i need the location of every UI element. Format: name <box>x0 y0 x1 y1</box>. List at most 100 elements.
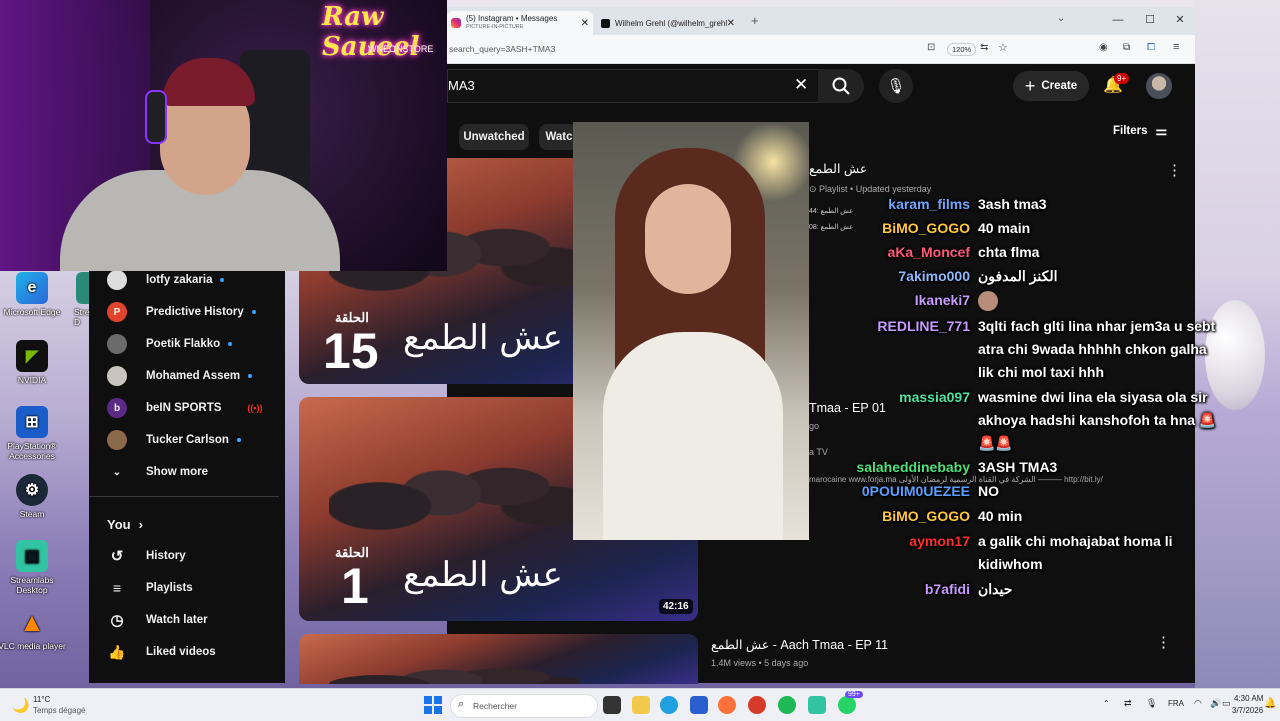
notification-bell-icon[interactable]: 🔔 <box>1264 698 1276 709</box>
playlist-title[interactable]: عش الطمع <box>809 161 867 176</box>
more-options-icon[interactable]: ⋮ <box>1167 161 1182 179</box>
create-button[interactable]: + Create <box>1013 71 1089 101</box>
chip-unwatched[interactable]: Unwatched <box>459 124 529 150</box>
close-window-icon[interactable]: ✕ <box>1165 11 1195 29</box>
close-tab-icon[interactable]: ✕ <box>727 18 735 29</box>
weather-description: Temps dégagé <box>33 706 86 715</box>
battery-icon[interactable]: ▭ <box>1222 698 1231 709</box>
chat-username[interactable]: BiMO_GOGO <box>780 217 970 240</box>
search-input[interactable]: MA3 ✕ <box>447 69 819 103</box>
chat-username[interactable]: karam_films <box>780 193 970 216</box>
clock-date[interactable]: 3/7/2026 <box>1232 706 1263 715</box>
menu-icon[interactable]: ≡ <box>1173 41 1179 53</box>
zoom-level[interactable]: 120% <box>947 43 977 56</box>
store-icon[interactable] <box>690 696 708 714</box>
chat-username[interactable]: aymon17 <box>780 530 970 553</box>
sidebar-item-history[interactable]: ↺ History <box>107 542 186 570</box>
sidebar-item-predictive-history[interactable]: P Predictive History <box>107 298 256 326</box>
weather-icon[interactable]: 🌙 <box>12 697 29 714</box>
avatar[interactable] <box>1146 73 1172 99</box>
sidebar-item-playlists[interactable]: ≡ Playlists <box>107 574 193 602</box>
sidebar-item-mohamed-assem[interactable]: Mohamed Assem <box>107 362 253 390</box>
windows-start-icon[interactable] <box>424 696 442 714</box>
minimize-icon[interactable]: — <box>1103 11 1133 29</box>
chat-message: REDLINE_771 3qlti fach glti lina nhar jem… <box>780 315 1220 384</box>
language-indicator[interactable]: FRA <box>1168 699 1184 708</box>
sidebar-item-bein-sports[interactable]: b beIN SPORTS ((•)) <box>107 394 263 422</box>
vlc-icon: ▲ <box>19 606 45 637</box>
desktop-icon-partial[interactable]: Stre D <box>52 272 92 327</box>
show-more-button[interactable]: ⌄ Show more <box>107 458 208 486</box>
chat-username[interactable]: 7akimo000 <box>780 265 970 288</box>
close-tab-icon[interactable]: ✕ <box>581 18 589 29</box>
sidebar-item-label: Show more <box>146 466 208 478</box>
translator-icon[interactable]: ⧠ <box>1147 42 1155 53</box>
spotify-icon[interactable] <box>778 696 796 714</box>
video-meta: 1.4M views • 5 days ago <box>711 658 809 668</box>
microphone-icon[interactable]: 🎙 <box>1146 698 1157 709</box>
url-text[interactable]: search_query=3ASH+TMA3 <box>449 44 555 54</box>
sidebar-item-poetik-flakko[interactable]: Poetik Flakko <box>107 330 233 358</box>
tab-list-chevron-icon[interactable]: ⌄ <box>1057 13 1065 24</box>
video-thumbnail[interactable] <box>299 634 698 684</box>
sidebar-you-header[interactable]: You › <box>107 510 143 538</box>
file-explorer-icon[interactable] <box>632 696 650 714</box>
translate-icon[interactable]: ⇆ <box>980 42 988 53</box>
thumbs-up-icon: 👍 <box>108 643 126 660</box>
chat-username[interactable]: b7afidi <box>780 578 970 601</box>
bookmark-star-icon[interactable]: ☆ <box>998 41 1008 54</box>
microphone-icon: 🎙 <box>886 78 906 95</box>
desktop-icon-streamlabs[interactable]: ▣ Streamlabs Desktop <box>0 540 70 595</box>
chat-username[interactable]: Ikaneki7 <box>780 289 970 312</box>
streamlabs-icon[interactable] <box>808 696 826 714</box>
chat-username[interactable]: aKa_Moncef <box>780 241 970 264</box>
desktop-icon-steam[interactable]: ⚙ Steam <box>0 474 70 519</box>
desktop-icon-vlc[interactable]: ▲ VLC media player <box>0 606 70 652</box>
reader-icon[interactable]: ⊡ <box>927 42 935 53</box>
app-icon[interactable] <box>748 696 766 714</box>
tab-instagram[interactable]: (5) Instagram • Messages PICTURE-IN-PICT… <box>447 11 593 35</box>
maximize-icon[interactable]: ☐ <box>1135 11 1165 29</box>
chat-message: b7afidi حيدان <box>780 578 1220 601</box>
video-title[interactable]: عش الطمع - Aach Tmaa - EP 11 <box>711 637 888 652</box>
account-icon[interactable]: ◉ <box>1099 42 1108 53</box>
chat-message: aymon17 a galik chi mohajabat homa li kid… <box>780 530 1220 576</box>
streamlabs-icon: ▣ <box>16 540 48 572</box>
edge-icon[interactable] <box>660 696 678 714</box>
more-options-icon[interactable]: ⋮ <box>1156 633 1171 651</box>
chat-username[interactable]: salaheddinebaby <box>780 456 970 479</box>
volume-icon[interactable]: 🔊 <box>1210 698 1221 709</box>
tab-tiktok[interactable]: Wilhelm Grehl (@wilhelm_grehl ✕ <box>597 11 739 35</box>
avatar: P <box>107 302 127 322</box>
neon-sign-subtext: WNEONSTORE <box>368 44 434 54</box>
weather-temp[interactable]: 11°C <box>33 695 50 704</box>
search-query-text: MA3 <box>448 78 475 93</box>
filters-button[interactable]: Filters ⚌ <box>1113 123 1167 139</box>
picture-in-picture-video[interactable] <box>573 122 809 540</box>
sidebar-item-tucker-carlson[interactable]: Tucker Carlson <box>107 426 241 454</box>
new-tab-icon[interactable]: + <box>751 13 759 28</box>
address-bar[interactable]: search_query=3ASH+TMA3 ⊡ 120% ⇆ ☆ ◉ ⧉ ⧠ … <box>447 35 1195 64</box>
chat-username[interactable]: 0POUIM0UEZEE <box>780 480 970 503</box>
taskbar-search-placeholder: Rechercher <box>473 701 517 711</box>
network-icon[interactable]: ⇄ <box>1124 698 1132 709</box>
chevron-up-icon[interactable]: ⌃ <box>1103 699 1110 708</box>
chat-username[interactable]: BiMO_GOGO <box>780 505 970 528</box>
sidebar-item-watch-later[interactable]: ◷ Watch later <box>107 606 207 634</box>
extensions-icon[interactable]: ⧉ <box>1123 42 1130 53</box>
desktop-icon-playstation[interactable]: ⊞ PlayStation® Accessories <box>0 406 70 461</box>
desktop-icon-nvidia[interactable]: ◤ NVIDIA <box>0 340 70 385</box>
chat-message: salaheddinebaby 3ASH TMA3 <box>780 456 1220 479</box>
wifi-icon[interactable]: ◠ <box>1194 698 1202 709</box>
whatsapp-icon[interactable] <box>838 696 856 714</box>
clear-search-icon[interactable]: ✕ <box>794 75 808 95</box>
clock-time[interactable]: 4:30 AM <box>1234 694 1263 703</box>
taskbar-search-input[interactable]: ⌕ Rechercher <box>450 694 598 718</box>
task-view-icon[interactable] <box>603 696 621 714</box>
sidebar-item-liked-videos[interactable]: 👍 Liked videos <box>107 638 215 666</box>
chat-username[interactable]: massia097 <box>780 386 970 409</box>
search-button[interactable] <box>818 69 864 103</box>
voice-search-button[interactable]: 🎙 <box>879 69 913 103</box>
firefox-icon[interactable] <box>718 696 736 714</box>
chat-username[interactable]: REDLINE_771 <box>780 315 970 338</box>
